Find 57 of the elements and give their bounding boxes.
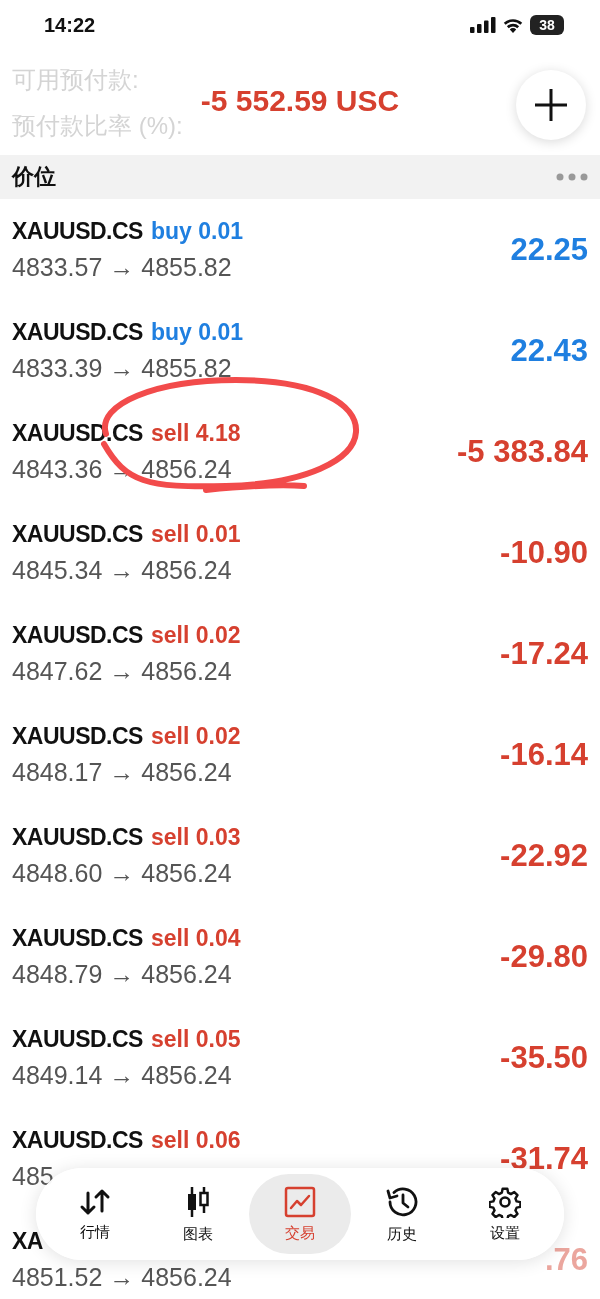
more-icon[interactable] [556, 173, 588, 181]
symbol-text: XAUUSD.CS [12, 823, 143, 851]
order-type: buy 0.01 [150, 318, 243, 346]
order-type: sell 0.04 [150, 924, 241, 952]
history-icon [385, 1184, 420, 1219]
profit-value: -22.92 [500, 837, 588, 874]
profit-value: 22.25 [510, 231, 588, 268]
symbol-text: XAUUSD.CS [12, 722, 143, 750]
tab-button[interactable]: 历史 [351, 1174, 454, 1254]
profit-value: -16.14 [500, 736, 588, 773]
order-type: sell 0.03 [150, 823, 241, 851]
order-type: sell 0.05 [150, 1025, 241, 1053]
status-time: 14:22 [44, 13, 96, 37]
signal-icon [470, 17, 496, 33]
symbol-text: XAUUSD.CS [12, 1025, 143, 1053]
price-change: 4833.57 → 4855.82 [12, 252, 233, 282]
plus-icon [533, 87, 569, 123]
order-type: buy 0.01 [150, 217, 243, 245]
symbol-text: XAUUSD.CS [12, 520, 143, 548]
symbol-text: XAUUSD.CS [12, 621, 143, 649]
tab-button[interactable]: 图表 [146, 1174, 249, 1254]
battery-level: 38 [530, 15, 564, 35]
symbol-text: XAUUSD.CS [12, 924, 143, 952]
symbol-text: XAUUSD.CS [12, 1126, 143, 1154]
profit-value: 22.43 [510, 332, 588, 369]
price-change: 4849.14 → 4856.24 [12, 1060, 233, 1090]
add-button[interactable] [516, 70, 586, 140]
symbol-text: XAUUSD.CS [12, 318, 143, 346]
line-chart-icon [284, 1185, 316, 1218]
price-change: 4848.60 → 4856.24 [12, 858, 233, 888]
profit-value: -10.90 [500, 534, 588, 571]
profit-value: .76 [544, 1241, 588, 1278]
section-title: 价位 [12, 163, 56, 191]
order-type: sell 0.06 [150, 1126, 241, 1154]
symbol-text: XA [12, 1227, 43, 1255]
price-change: 4848.17 → 4856.24 [12, 757, 233, 787]
price-change: 4833.39 → 4855.82 [12, 353, 233, 383]
price-change: 4845.34 → 4856.24 [12, 555, 233, 585]
wifi-icon [502, 17, 524, 33]
tab-button[interactable]: 交易 [248, 1174, 352, 1254]
order-type: sell 0.01 [150, 520, 241, 548]
price-change: 4847.62 → 4856.24 [12, 656, 233, 686]
order-type: sell 4.18 [150, 419, 241, 447]
profit-value: -29.80 [500, 938, 588, 975]
price-change: 485 [12, 1161, 55, 1191]
symbol-text: XAUUSD.CS [12, 217, 143, 245]
symbol-text: XAUUSD.CS [12, 419, 143, 447]
profit-value: -35.50 [500, 1039, 588, 1076]
settings-icon [488, 1185, 521, 1218]
price-change: 4851.52 → 4856.24 [12, 1262, 232, 1292]
profit-value: -5 383.84 [457, 433, 588, 470]
price-change: 4848.79 → 4856.24 [12, 959, 233, 989]
profit-value: -31.74 [500, 1140, 588, 1177]
order-type: sell 0.02 [150, 722, 241, 750]
order-type: sell 0.02 [150, 621, 241, 649]
profit-value: -17.24 [500, 635, 588, 672]
floating-profit: -5 552.59 USC [200, 83, 400, 118]
